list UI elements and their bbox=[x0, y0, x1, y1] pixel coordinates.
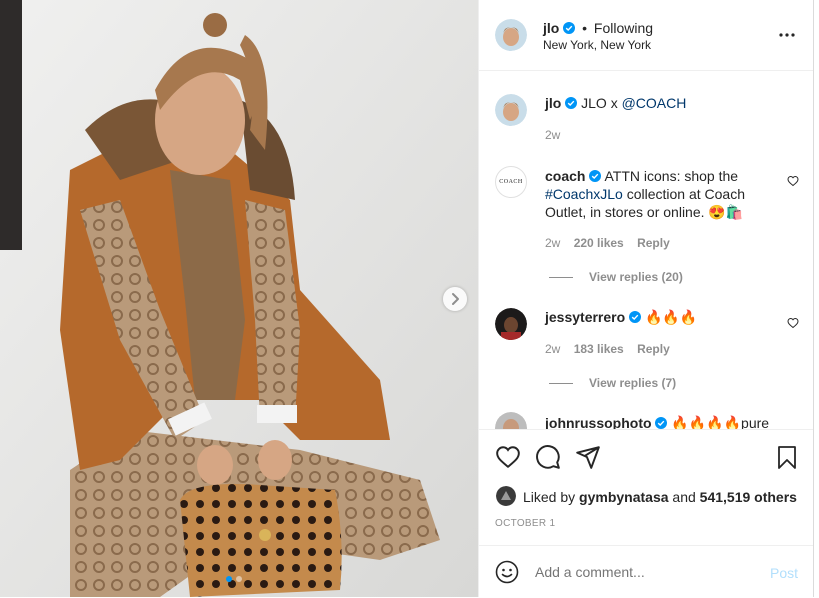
comment-body: 🔥🔥🔥 bbox=[644, 309, 698, 325]
add-comment-bar: Post bbox=[479, 545, 813, 598]
liker-username[interactable]: gymbynatasa bbox=[579, 489, 668, 505]
carousel-next-button[interactable] bbox=[443, 287, 467, 311]
verified-badge-icon bbox=[629, 311, 642, 323]
coach-logo: COACH bbox=[499, 179, 523, 185]
johnrussophoto-avatar[interactable] bbox=[495, 412, 527, 429]
view-replies-label: View replies (20) bbox=[589, 270, 683, 284]
likes-summary: Liked by gymbynatasa and 541,519 others bbox=[523, 489, 797, 505]
avatar-image bbox=[495, 94, 527, 126]
post-actions: Liked by gymbynatasa and 541,519 others … bbox=[479, 429, 813, 546]
carousel-dot bbox=[226, 576, 232, 582]
comment-username[interactable]: johnrussophoto bbox=[545, 415, 652, 429]
heart-icon[interactable] bbox=[495, 444, 521, 470]
reply-button[interactable]: Reply bbox=[637, 236, 670, 250]
verified-badge-icon bbox=[655, 417, 668, 429]
caption-body: JLO x bbox=[581, 95, 618, 111]
coach-avatar[interactable]: COACH bbox=[495, 166, 527, 198]
avatar-image bbox=[495, 308, 527, 340]
comment-meta: 2w 183 likes Reply bbox=[545, 342, 670, 356]
emoji-icon[interactable] bbox=[495, 560, 519, 584]
post-username[interactable]: jlo bbox=[543, 20, 559, 36]
comment-age: 2w bbox=[545, 236, 561, 250]
view-replies-button[interactable]: View replies (7) bbox=[549, 376, 676, 390]
following-button[interactable]: Following bbox=[594, 20, 653, 36]
post-location[interactable]: New York, New York bbox=[543, 38, 651, 52]
liker-avatar[interactable] bbox=[496, 486, 516, 506]
replies-line bbox=[549, 277, 573, 279]
comment-body: 🔥🔥🔥🔥pure bbox=[671, 415, 770, 429]
comment-text: coach ATTN icons: shop the #CoachxJLo co… bbox=[545, 167, 781, 221]
more-options-button[interactable] bbox=[775, 25, 799, 45]
share-icon[interactable] bbox=[575, 444, 601, 470]
photo-illustration bbox=[0, 0, 478, 597]
comment-body: Outlet, in stores or online. bbox=[545, 204, 705, 220]
jessyterrero-avatar[interactable] bbox=[495, 308, 527, 340]
more-horizontal-icon bbox=[779, 33, 795, 37]
caption-username[interactable]: jlo bbox=[545, 95, 561, 111]
likes-and: and bbox=[672, 489, 696, 505]
header-user-line: jlo • Following bbox=[543, 20, 653, 36]
reply-button[interactable]: Reply bbox=[637, 342, 670, 356]
likes-count[interactable]: 541,519 others bbox=[700, 489, 797, 505]
like-comment-heart-icon[interactable] bbox=[787, 175, 799, 187]
post-comment-button[interactable]: Post bbox=[770, 565, 798, 581]
post-photo[interactable] bbox=[0, 0, 478, 597]
comment-likes[interactable]: 220 likes bbox=[574, 236, 624, 250]
comment-body: collection at Coach bbox=[626, 186, 746, 202]
comment-meta: 2w 220 likes Reply bbox=[545, 236, 670, 250]
verified-badge-icon bbox=[565, 97, 578, 109]
caption-text: jlo JLO x @COACH bbox=[545, 95, 686, 111]
bookmark-icon[interactable] bbox=[775, 444, 799, 470]
comment-input[interactable] bbox=[535, 562, 755, 582]
comment-likes[interactable]: 183 likes bbox=[574, 342, 624, 356]
comment-username[interactable]: jessyterrero bbox=[545, 309, 625, 325]
replies-line bbox=[549, 383, 573, 385]
avatar-image bbox=[496, 486, 516, 506]
comment-icon[interactable] bbox=[535, 444, 561, 470]
comment-text: johnrussophoto 🔥🔥🔥🔥pure bbox=[545, 415, 769, 429]
comment-body: ATTN icons: shop the bbox=[604, 168, 739, 184]
view-replies-button[interactable]: View replies (20) bbox=[549, 270, 683, 284]
instagram-post-modal: jlo • Following New York, New York jlo J… bbox=[0, 0, 819, 597]
separator-dot: • bbox=[582, 20, 588, 36]
post-date[interactable]: OCTOBER 1 bbox=[495, 518, 555, 529]
comment-text: jessyterrero 🔥🔥🔥 bbox=[545, 309, 697, 326]
caption-age: 2w bbox=[545, 128, 561, 142]
avatar[interactable] bbox=[495, 19, 527, 51]
like-comment-heart-icon[interactable] bbox=[787, 317, 799, 329]
avatar-image bbox=[495, 19, 527, 51]
verified-badge-icon bbox=[563, 22, 576, 34]
caption-avatar[interactable] bbox=[495, 94, 527, 126]
post-header: jlo • Following New York, New York bbox=[479, 0, 813, 71]
comment-emoji: 😍🛍️ bbox=[708, 204, 744, 220]
carousel-indicator bbox=[226, 576, 242, 582]
comment-age: 2w bbox=[545, 342, 561, 356]
caption-mention-link[interactable]: @COACH bbox=[622, 95, 687, 111]
comments-section: jlo JLO x @COACH 2w COACH coach ATTN ico… bbox=[479, 71, 813, 429]
verified-badge-icon bbox=[589, 170, 602, 182]
carousel-dot bbox=[236, 576, 242, 582]
hashtag-link[interactable]: #CoachxJLo bbox=[545, 186, 623, 202]
liked-by-prefix: Liked by bbox=[523, 489, 576, 505]
comment-username[interactable]: coach bbox=[545, 168, 585, 184]
view-replies-label: View replies (7) bbox=[589, 376, 677, 390]
post-side-panel: jlo • Following New York, New York jlo J… bbox=[478, 0, 814, 597]
avatar-image bbox=[495, 412, 527, 429]
chevron-right-icon bbox=[452, 293, 459, 305]
